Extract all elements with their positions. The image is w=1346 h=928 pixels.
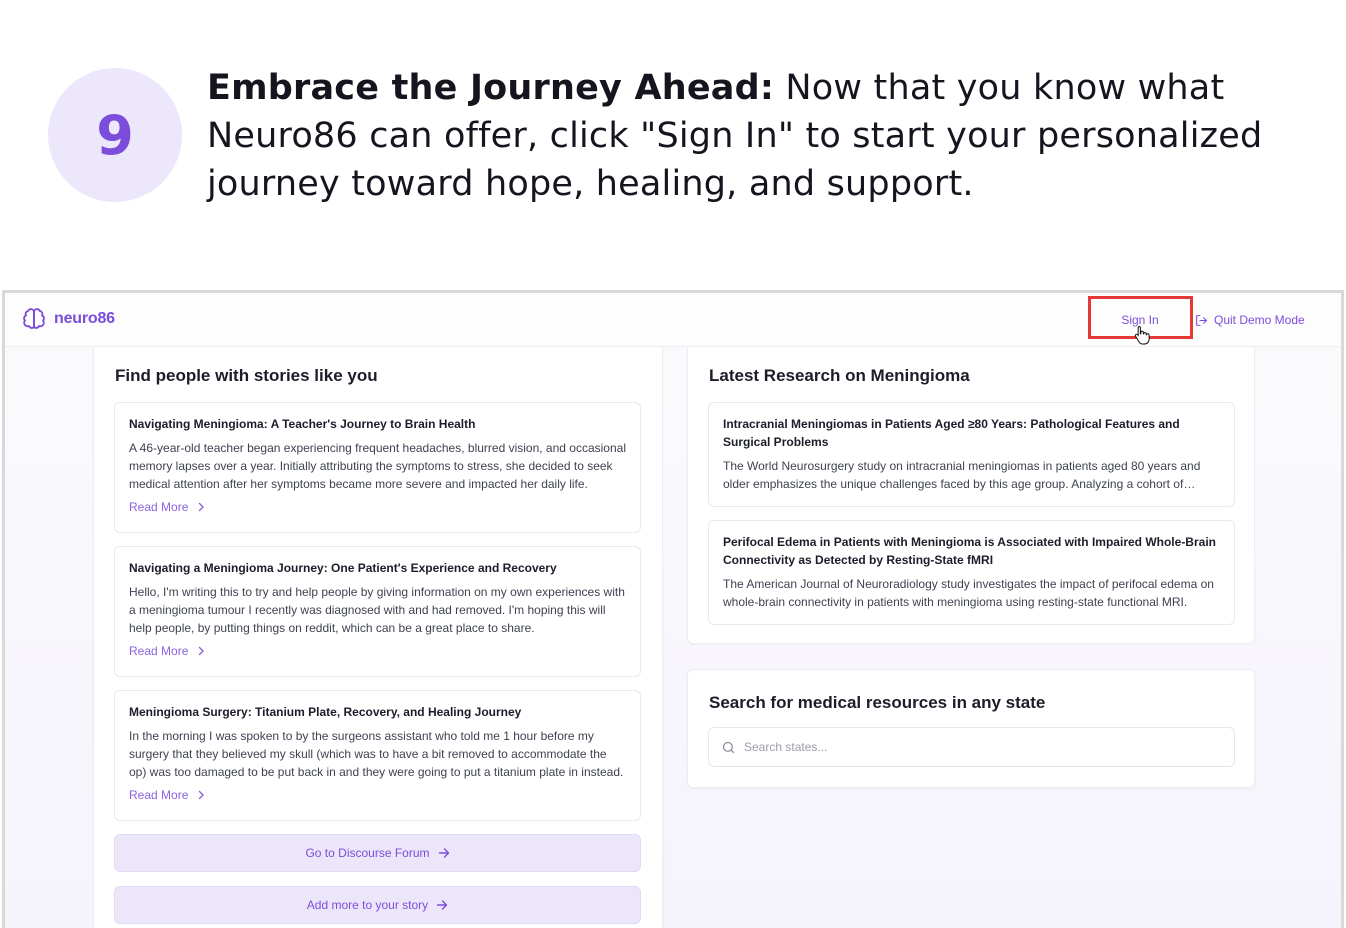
state-search-box[interactable]	[708, 727, 1235, 767]
story-card[interactable]: Meningioma Surgery: Titanium Plate, Reco…	[114, 690, 641, 821]
stories-title: Find people with stories like you	[115, 366, 378, 385]
story-title: Meningioma Surgery: Titanium Plate, Reco…	[129, 705, 522, 719]
chevron-right-icon	[199, 790, 205, 800]
step-heading: Embrace the Journey Ahead:	[207, 68, 775, 108]
chevron-right-icon	[199, 502, 205, 512]
add-story-label: Add more to your story	[306, 898, 429, 912]
research-card[interactable]: Intracranial Meningiomas in Patients Age…	[708, 402, 1235, 507]
top-navigation-bar: neuro86 Sign In Quit Demo Mode	[5, 293, 1341, 347]
story-title: Navigating Meningioma: A Teacher's Journ…	[129, 417, 476, 431]
quit-demo-label: Quit Demo Mode	[1214, 313, 1305, 327]
quit-demo-button[interactable]: Quit Demo Mode	[1195, 310, 1305, 330]
brand-name: neuro86	[54, 310, 115, 327]
read-more-label: Read More	[129, 788, 189, 802]
read-more-link[interactable]: Read More	[129, 786, 626, 804]
research-article-title: Perifocal Edema in Patients with Meningi…	[723, 535, 1216, 567]
discourse-forum-button[interactable]: Go to Discourse Forum	[114, 834, 641, 872]
research-summary: The World Neurosurgery study on intracra…	[723, 459, 1201, 491]
resources-title: Search for medical resources in any stat…	[709, 693, 1046, 712]
story-excerpt: Hello, I'm writing this to try and help …	[129, 585, 625, 635]
resources-panel: Search for medical resources in any stat…	[687, 669, 1255, 788]
research-summary: The American Journal of Neuroradiology s…	[723, 577, 1214, 609]
brain-icon	[23, 308, 45, 329]
app-window: neuro86 Sign In Quit Demo Mode Find peop…	[2, 290, 1344, 928]
story-excerpt: In the morning I was spoken to by the su…	[129, 729, 624, 779]
research-title: Latest Research on Meningioma	[709, 366, 970, 385]
story-card[interactable]: Navigating Meningioma: A Teacher's Journ…	[114, 402, 641, 533]
chevron-right-icon	[199, 646, 205, 656]
story-title: Navigating a Meningioma Journey: One Pat…	[129, 561, 557, 575]
arrow-right-icon	[436, 900, 448, 910]
stories-panel: Find people with stories like you Naviga…	[93, 347, 663, 928]
read-more-label: Read More	[129, 644, 189, 658]
research-article-title: Intracranial Meningiomas in Patients Age…	[723, 417, 1180, 449]
story-excerpt: A 46-year-old teacher began experiencing…	[129, 441, 626, 491]
research-card[interactable]: Perifocal Edema in Patients with Meningi…	[708, 520, 1235, 625]
state-search-input[interactable]	[744, 740, 1204, 754]
discourse-forum-label: Go to Discourse Forum	[305, 846, 430, 860]
step-instruction: Embrace the Journey Ahead: Now that you …	[207, 64, 1317, 208]
research-panel: Latest Research on Meningioma Intracrani…	[687, 347, 1255, 644]
log-out-icon	[1196, 314, 1207, 326]
search-icon	[722, 741, 735, 753]
read-more-link[interactable]: Read More	[129, 498, 626, 516]
step-number-badge: 9	[48, 68, 182, 202]
hand-cursor-icon	[1134, 326, 1150, 345]
read-more-label: Read More	[129, 500, 189, 514]
read-more-link[interactable]: Read More	[129, 642, 626, 660]
story-card[interactable]: Navigating a Meningioma Journey: One Pat…	[114, 546, 641, 677]
arrow-right-icon	[438, 848, 449, 858]
add-story-button[interactable]: Add more to your story	[114, 886, 641, 924]
brand-logo[interactable]: neuro86	[22, 307, 115, 331]
